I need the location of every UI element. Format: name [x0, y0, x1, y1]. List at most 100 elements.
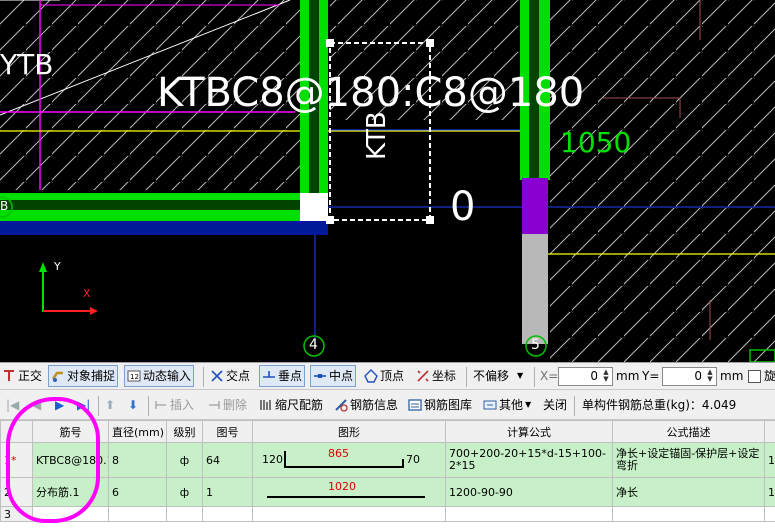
intersection-button[interactable]: 交点 [210, 366, 250, 386]
arrow-down-icon: ⬇ [128, 398, 139, 412]
column-header-grade[interactable]: 级别 [166, 420, 203, 443]
column-header-more[interactable] [764, 420, 775, 443]
cell-shape[interactable]: 120 865 70 [252, 442, 446, 478]
row-index[interactable]: 1* [0, 442, 33, 478]
delete-icon [207, 398, 221, 412]
shape-left-length: 120 [262, 453, 283, 466]
row-index[interactable]: 2 [0, 477, 33, 507]
prev-record-button[interactable]: ◀ [32, 395, 41, 415]
cell-empty[interactable] [612, 506, 765, 522]
rebar-table: 筋号 直径(mm) 级别 图号 图形 计算公式 公式描述 1* KTBC8@18… [0, 420, 775, 531]
perpendicular-icon [262, 369, 276, 383]
next-record-button[interactable]: ▶ [55, 395, 64, 415]
vertex-icon [364, 369, 378, 383]
cell-empty[interactable] [32, 506, 109, 522]
dynamic-input-icon: 12 [127, 369, 141, 383]
column-header-formula-desc[interactable]: 公式描述 [612, 420, 765, 443]
column-header-figure-no[interactable]: 图号 [202, 420, 253, 443]
axis-y-label: Y [54, 260, 61, 273]
midpoint-icon [313, 369, 327, 383]
scale-rebar-button[interactable]: 缩尺配筋 [259, 395, 323, 415]
x-unit: mm [616, 369, 640, 383]
cell-empty[interactable] [445, 506, 613, 522]
orthogonal-button[interactable]: 正交 [2, 366, 42, 386]
cell-figure-no[interactable]: 1 [202, 477, 253, 507]
column-header-bar-no[interactable]: 筋号 [32, 420, 109, 443]
cell-empty[interactable] [166, 506, 203, 522]
delete-button[interactable]: 删除 [207, 395, 247, 415]
coordinate-button[interactable]: 坐标 [416, 366, 456, 386]
cell-extra[interactable]: 1 [764, 442, 775, 478]
cell-diameter[interactable]: 6 [108, 477, 167, 507]
first-record-button[interactable]: |◀ [6, 395, 19, 415]
cell-empty[interactable] [764, 506, 775, 522]
offset-dropdown[interactable]: 不偏移 ▼ [473, 366, 529, 386]
shape-mid-length: 1020 [328, 480, 356, 493]
cad-canvas[interactable]: YTB KTBC8@180:C8@180 KTB 1050 0 Y X 4 5 … [0, 0, 775, 362]
y-label: Y= [642, 369, 660, 383]
intersection-icon [210, 369, 224, 383]
table-row[interactable]: 1* KTBC8@180.1 8 ф 64 120 865 70 700+200… [0, 442, 775, 478]
close-button[interactable]: 关闭 [543, 395, 567, 415]
rebar-straight-icon [267, 496, 425, 498]
cell-grade[interactable]: ф [166, 477, 203, 507]
cell-formula-desc[interactable]: 净长 [612, 477, 765, 507]
x-label: X= [540, 369, 559, 383]
label-rebar-spec[interactable]: KTBC8@180:C8@180 [157, 70, 584, 116]
cell-extra[interactable]: 1 [764, 477, 775, 507]
axis-5-label: 5 [531, 337, 540, 353]
table-row[interactable]: 2 分布筋.1 6 ф 1 1020 1200-90-90 净长 1 [0, 477, 775, 507]
cell-figure-no[interactable]: 64 [202, 442, 253, 478]
cell-diameter[interactable]: 8 [108, 442, 167, 478]
orthogonal-icon [2, 369, 16, 383]
cell-empty[interactable] [108, 506, 167, 522]
spin-icon[interactable]: ▲ ▼ [601, 369, 611, 384]
label-ytb: YTB [0, 48, 54, 81]
row-index[interactable]: 3 [0, 506, 33, 522]
label-dimension-1050: 1050 [560, 126, 632, 159]
cell-bar-name[interactable]: 分布筋.1 [32, 477, 109, 507]
prev-icon: ◀ [32, 398, 42, 412]
cell-bar-name[interactable]: KTBC8@180.1 [32, 442, 109, 478]
column-header-diameter[interactable]: 直径(mm) [108, 420, 167, 443]
ruler-icon [259, 398, 273, 412]
axis-4-label: 4 [309, 337, 318, 353]
rotate-checkbox[interactable]: 旋 [748, 366, 775, 386]
rebar-library-button[interactable]: 钢筋图库 [408, 395, 472, 415]
column-header-formula[interactable]: 计算公式 [445, 420, 613, 443]
shape-right-length: 70 [406, 453, 420, 466]
library-icon [408, 398, 422, 412]
spin-icon[interactable]: ▲ ▼ [705, 369, 715, 384]
cell-shape[interactable]: 1020 [252, 477, 446, 507]
move-up-button[interactable]: ⬆ [105, 395, 115, 415]
cell-empty[interactable] [202, 506, 253, 522]
cell-formula-desc[interactable]: 净长+设定锚固-保护层+设定弯折 [612, 442, 765, 478]
svg-text:12: 12 [130, 373, 139, 381]
insert-button[interactable]: 插入 [154, 395, 194, 415]
vertex-button[interactable]: 顶点 [364, 366, 404, 386]
y-unit: mm [720, 369, 744, 383]
coordinate-icon [416, 369, 430, 383]
x-coordinate-input[interactable]: 0 ▲ ▼ [558, 367, 613, 386]
last-record-button[interactable]: ▶| [77, 395, 90, 415]
midpoint-button[interactable]: 中点 [310, 365, 357, 387]
table-row[interactable]: 3 [0, 506, 775, 522]
column-header-shape[interactable]: 图形 [252, 420, 446, 443]
last-icon: ▶| [77, 398, 91, 412]
cell-formula[interactable]: 1200-90-90 [445, 477, 613, 507]
cell-grade[interactable]: ф [166, 442, 203, 478]
first-icon: |◀ [6, 398, 20, 412]
total-weight-label: 单构件钢筋总重(kg)：4.049 [582, 398, 737, 412]
rebar-info-button[interactable]: 钢筋信息 [334, 395, 398, 415]
other-menu-button[interactable]: 其他 ▼ [483, 395, 531, 415]
column-header-index [0, 420, 33, 443]
chevron-down-icon: ▼ [517, 371, 524, 380]
cell-formula[interactable]: 700+200-20+15*d-15+100-2*15 [445, 442, 613, 478]
dynamic-input-button[interactable]: 12 动态输入 [124, 365, 195, 387]
object-snap-button[interactable]: 对象捕捉 [48, 365, 119, 387]
cell-empty[interactable] [252, 506, 446, 522]
move-down-button[interactable]: ⬇ [128, 395, 138, 415]
rebar-info-icon [334, 398, 348, 412]
perpendicular-button[interactable]: 垂点 [259, 365, 306, 387]
y-coordinate-input[interactable]: 0 ▲ ▼ [662, 367, 717, 386]
